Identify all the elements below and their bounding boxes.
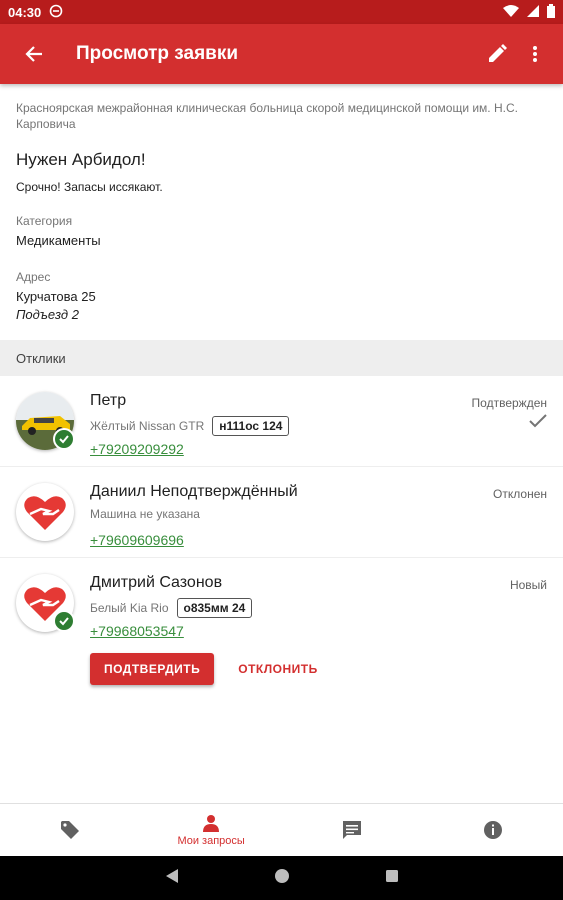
info-icon [483,821,502,839]
address-line2: Подъезд 2 [16,307,79,322]
nav-label-my-requests: Мои запросы [177,834,245,847]
response-item[interactable]: Даниил Неподтверждённый Машина не указан… [0,467,563,558]
signal-icon [527,4,539,20]
category-label: Категория [16,214,73,228]
back-button[interactable] [6,26,62,82]
avatar-heart-hand [16,483,74,541]
address-label: Адрес [16,270,51,284]
bottom-navigation: Мои запросы [0,803,563,856]
status-time: 04:30 [8,4,42,20]
car-description: Белый Kia Rio [90,601,169,615]
tag-icon [61,821,80,839]
response-item[interactable]: Петр Жёлтый Nissan GTR н111ос 124 +79209… [0,376,563,467]
edit-button[interactable] [483,40,511,68]
request-description: Срочно! Запасы иссякают. [16,180,163,194]
response-item[interactable]: Дмитрий Сазонов Белый Kia Rio о835мм 24 … [0,558,563,708]
more-vert-icon [533,46,537,62]
system-back-button[interactable] [165,868,179,889]
confirmed-check-icon [529,414,547,433]
confirm-button[interactable]: ПОДТВЕРДИТЬ [90,653,215,685]
responder-name: Дмитрий Сазонов [90,574,223,591]
arrow-back-icon [25,46,42,62]
status-bar: 04:30 [0,0,563,24]
phone-link[interactable]: +79209209292 [90,441,184,457]
responder-car: Машина не указана [90,507,200,521]
responder-name: Петр [90,392,127,409]
phone-link[interactable]: +79968053547 [90,623,184,639]
reject-button[interactable]: ОТКЛОНИТЬ [238,662,318,676]
request-title: Нужен Арбидол! [16,150,146,169]
home-circle-icon [274,868,289,883]
square-recents-icon [385,869,398,882]
status-label: Отклонен [493,487,547,501]
pencil-icon [489,44,507,62]
responses-header: Отклики [0,340,563,376]
address-line1: Курчатова 25 [16,289,96,304]
responder-car: Жёлтый Nissan GTR н111ос 124 [90,416,290,436]
app-bar: Просмотр заявки [0,24,563,84]
organization-name: Красноярская межрайонная клиническая бол… [16,101,518,131]
chat-icon [342,821,361,839]
license-plate: о835мм 24 [176,598,253,618]
system-recents-button[interactable] [385,869,399,888]
nav-item-chat[interactable] [282,804,423,856]
status-label: Новый [509,578,547,592]
car-description: Машина не указана [90,507,200,521]
system-navigation-bar [0,856,563,900]
system-home-button[interactable] [274,868,290,889]
response-actions: ПОДТВЕРДИТЬ ОТКЛОНИТЬ [90,653,318,685]
car-description: Жёлтый Nissan GTR [90,419,205,433]
battery-icon [547,3,555,21]
responder-car: Белый Kia Rio о835мм 24 [90,598,253,618]
verified-check-icon [53,610,75,632]
responder-name: Даниил Неподтверждённый [90,483,298,500]
verified-check-icon [53,428,75,450]
category-value: Медикаменты [16,233,101,248]
more-options-button[interactable] [521,40,549,68]
person-icon [203,814,220,832]
request-details: Красноярская межрайонная клиническая бол… [0,84,563,708]
nav-item-tags[interactable] [0,804,141,856]
triangle-back-icon [165,868,178,883]
wifi-icon [503,4,519,20]
nav-item-my-requests[interactable]: Мои запросы [141,804,282,856]
phone-link[interactable]: +79609609696 [90,532,184,548]
license-plate: н111ос 124 [212,416,290,436]
status-label: Подтвержден [471,396,547,410]
notification-icon [49,4,63,21]
page-title: Просмотр заявки [76,43,239,64]
nav-item-info[interactable] [422,804,563,856]
